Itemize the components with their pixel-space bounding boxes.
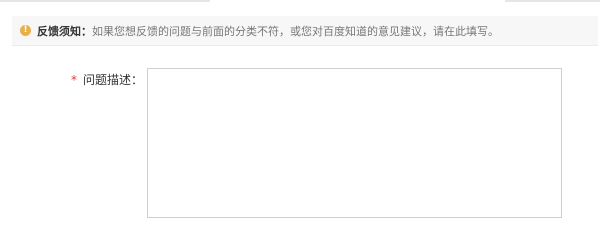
exclamation-icon: ! <box>20 25 31 36</box>
description-label: 问题描述： <box>83 73 144 87</box>
description-label-row: * 问题描述： <box>71 71 143 88</box>
problem-description-textarea[interactable] <box>147 68 562 218</box>
required-mark: * <box>71 73 77 87</box>
top-tab-indicator <box>505 0 600 2</box>
top-tab-indicator <box>0 0 210 2</box>
notice-text: 如果您想反馈的问题与前面的分类不符，或您对百度知道的意见建议，请在此填写。 <box>92 24 499 38</box>
top-tab-strip <box>0 0 600 4</box>
feedback-notice: ! 反馈须知： 如果您想反馈的问题与前面的分类不符，或您对百度知道的意见建议，请… <box>12 16 598 46</box>
feedback-page: ! 反馈须知： 如果您想反馈的问题与前面的分类不符，或您对百度知道的意见建议，请… <box>0 0 600 218</box>
notice-title: 反馈须知： <box>37 24 92 38</box>
